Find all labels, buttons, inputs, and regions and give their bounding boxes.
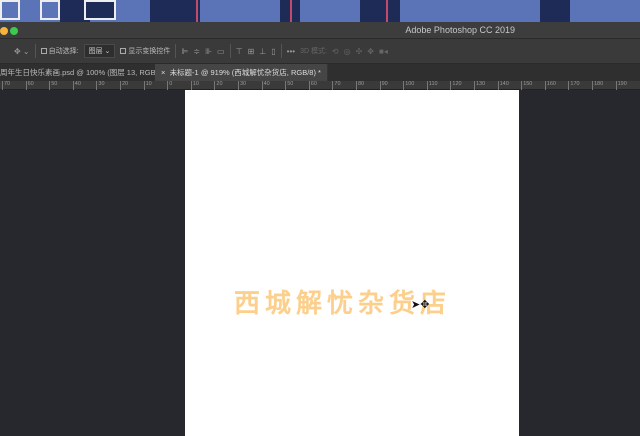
align-center-icon[interactable]: ≑ [193,47,200,56]
ruler-tick-label: 130 [474,81,488,90]
divider [229,44,231,58]
align-right-icon[interactable]: ⊪ [205,47,212,56]
tab-label: 周年生日快乐素画.psd @ 100% (图层 13, RGB/8) [0,68,165,77]
ruler-tick-label: 120 [450,81,464,90]
thumbnail [0,0,20,20]
auto-select-checkbox[interactable]: 自动选择: [40,46,79,56]
divider [175,44,177,58]
auto-select-label: 自动选择: [48,48,79,55]
ruler-tick-label: 40 [72,81,87,90]
align-middle-icon[interactable]: ⊞ [248,47,255,56]
ruler-tick-label: 0 [167,81,181,90]
horizontal-ruler: 70 60 50 40 30 20 10 0 10 20 30 40 50 60 70 80 90 100 110 1… [0,81,640,90]
align-top-icon[interactable]: ⊤ [236,47,243,56]
ruler-tick-label: 170 [568,81,582,90]
ruler-tick-label: 180 [592,81,606,90]
divider [34,44,36,58]
ruler-tick-label: 150 [521,81,535,90]
ruler-tick-label: 10 [143,81,158,90]
move-tool-icon[interactable]: ✥ ⌄ [14,47,30,56]
ruler-tick-label: 140 [497,81,512,90]
align-bottom-icon[interactable]: ⊥ [259,47,266,56]
ruler-tick-label: 30 [96,81,110,90]
3d-pan-icon[interactable]: ✣ [356,47,363,56]
3d-rotate-icon[interactable]: ⟲ [332,47,339,56]
document-canvas[interactable] [185,90,519,436]
tab-document-2[interactable]: × 未标题-1 @ 919% (西城解忧杂货店, RGB/8) * [155,64,328,81]
document-tabs: 周年生日快乐素画.psd @ 100% (图层 13, RGB/8) × 未标题… [0,64,640,81]
3d-camera-icon[interactable]: ■◂ [379,47,388,56]
background-artwork [0,0,640,22]
more-icon[interactable]: ••• [287,47,295,56]
title-bar: Adobe Photoshop CC 2019 [0,22,640,39]
ruler-tick-label: 100 [403,81,417,90]
ruler-tick-label: 70 [332,81,346,90]
minimize-button[interactable] [0,27,8,35]
move-cursor-icon: ➤✥ [411,299,430,311]
layer-select[interactable]: 图层 ⌄ [83,44,116,58]
distribute-vertical-icon[interactable]: ▯ [271,47,275,56]
thumbnail [40,0,60,20]
layer-select-value: 图层 [88,48,103,55]
ruler-tick-label: 70 [2,81,16,90]
ruler-tick-label: 110 [426,81,441,90]
ruler-tick-label: 160 [544,81,559,90]
ruler-tick-label: 50 [285,81,299,90]
ruler-tick-label: 10 [190,81,205,90]
ruler-tick-label: 30 [238,81,252,90]
ruler-tick-label: 90 [379,81,394,90]
app-title: Adobe Photoshop CC 2019 [405,25,515,35]
ruler-tick-label: 20 [120,81,134,90]
3d-mode-label: 3D 模式: [300,48,327,55]
options-bar: ✥ ⌄ 自动选择: 图层 ⌄ 显示变换控件 ⊫ ≑ ⊪ ▭ ⊤ ⊞ ⊥ ▯ ••… [0,39,640,64]
ruler-tick-label: 190 [615,81,630,90]
thumbnail [84,0,116,20]
close-tab-icon[interactable]: × [161,68,165,77]
align-left-icon[interactable]: ⊫ [181,47,188,56]
distribute-icon[interactable]: ▭ [217,47,225,56]
ruler-tick-label: 20 [214,81,228,90]
show-transform-label: 显示变换控件 [128,48,171,55]
tab-document-1[interactable]: 周年生日快乐素画.psd @ 100% (图层 13, RGB/8) [0,64,170,81]
show-transform-checkbox[interactable]: 显示变换控件 [120,46,170,56]
ruler-tick-label: 50 [49,81,63,90]
ruler-tick-label: 40 [261,81,276,90]
3d-roll-icon[interactable]: ◎ [344,47,351,56]
ruler-tick-label: 60 [308,81,323,90]
tab-label: 未标题-1 @ 919% (西城解忧杂货店, RGB/8) * [169,68,321,77]
divider [280,44,282,58]
3d-slide-icon[interactable]: ✥ [367,47,374,56]
ruler-tick-label: 60 [25,81,40,90]
ruler-tick-label: 80 [356,81,370,90]
zoom-button[interactable] [10,27,18,35]
